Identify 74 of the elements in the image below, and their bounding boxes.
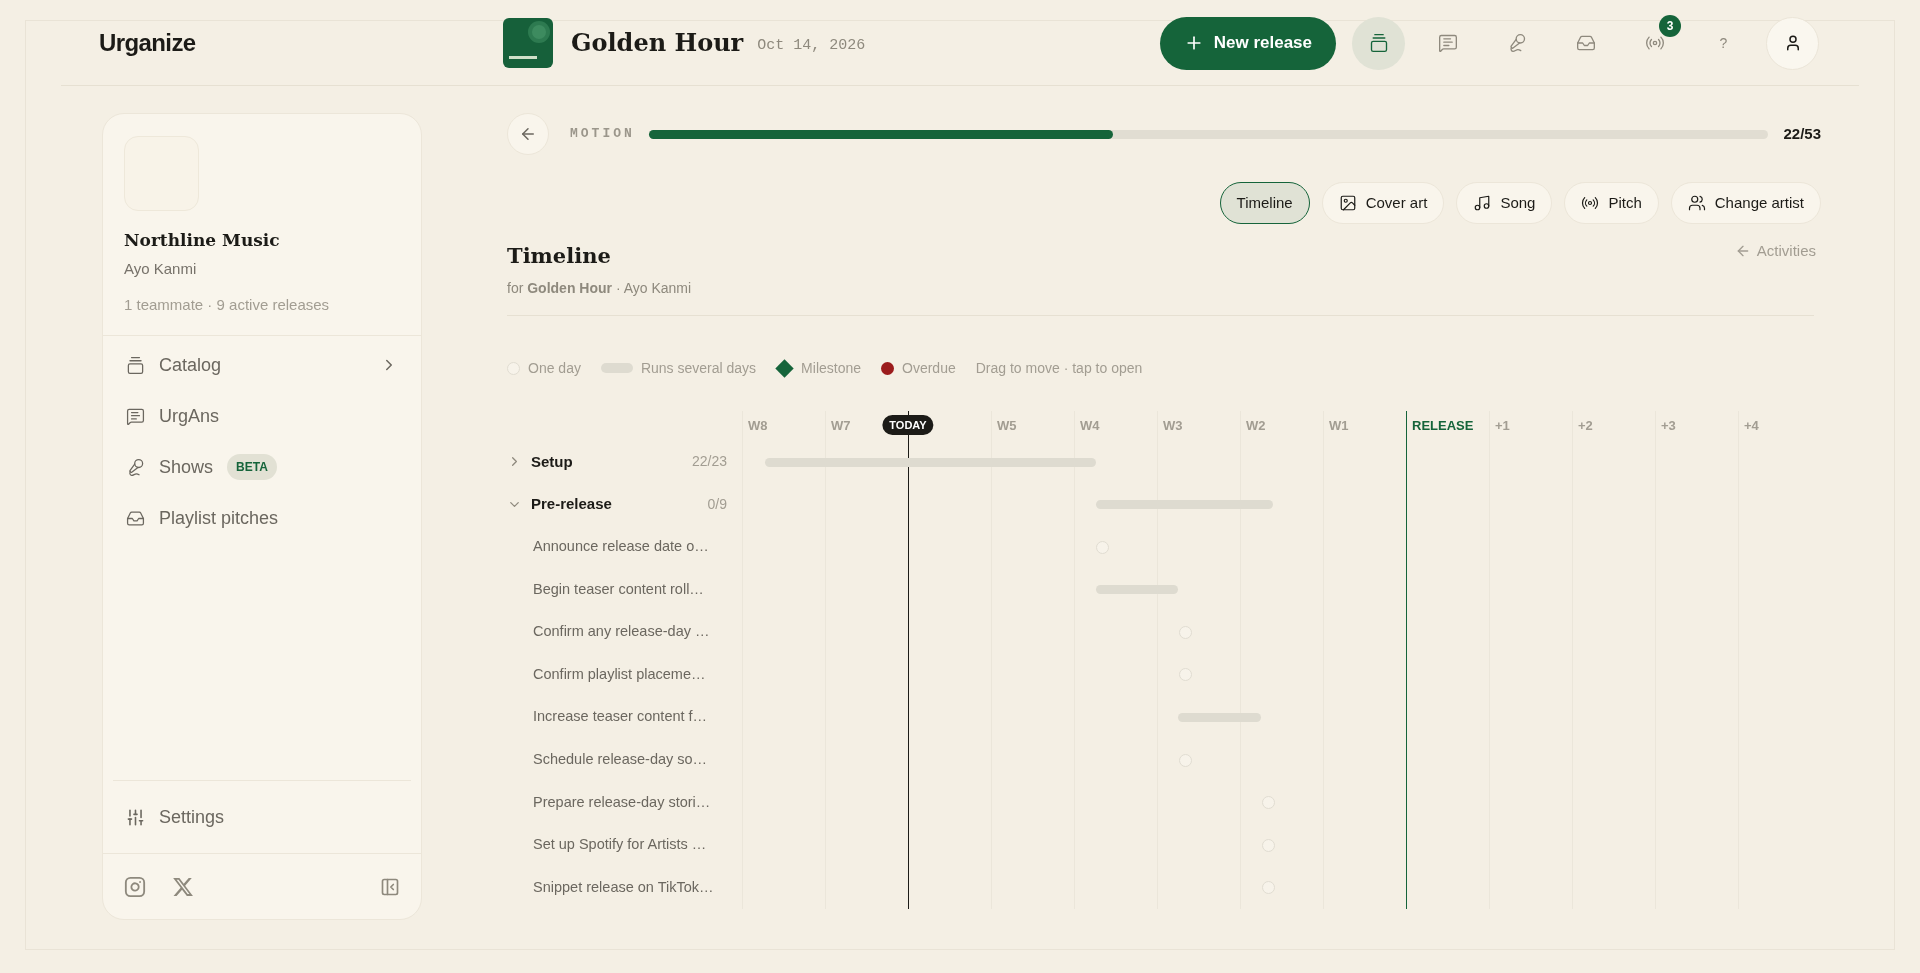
week-label: W3 [1163,417,1183,433]
week-label: +2 [1578,417,1593,433]
back-button[interactable] [507,113,549,155]
sliders-icon [126,807,145,827]
app-logo[interactable]: Urganize [99,29,196,56]
week-label: W5 [997,417,1017,433]
release-date: Oct 14, 2026 [757,35,866,56]
tab[interactable]: Pitch [1564,182,1659,224]
section-title: Timeline [507,242,612,270]
week-label: +3 [1661,417,1676,433]
legend-label: Milestone [801,358,862,378]
message-icon [126,406,145,426]
stack-icon [1368,33,1389,53]
sidebar-item[interactable]: Catalog [116,339,408,391]
week-label: W7 [831,417,851,433]
release-title: Golden Hour [571,27,744,59]
task-label[interactable]: Increase teaser content f… [507,706,708,729]
group-count: 0/9 [707,494,727,514]
task-label[interactable]: Begin teaser content roll… [507,578,704,601]
week-label: W1 [1329,417,1349,433]
broadcast-icon [1581,194,1600,212]
avatar-button[interactable] [1766,16,1819,70]
week-label: W4 [1080,417,1100,433]
legend-label: One day [528,358,581,378]
instagram-icon[interactable] [124,875,146,898]
group-count: 22/23 [691,452,727,472]
inbox-icon [1575,33,1596,53]
task-label[interactable]: Prepare release-day stori… [507,791,711,814]
week-label: W8 [748,417,768,433]
task-label[interactable]: Set up Spotify for Artists … [507,834,707,856]
group-row-label[interactable]: Setup 22/23 [507,450,727,474]
section-subtitle: for Golden Hour · Ayo Kanmi [507,278,692,298]
image-icon [1338,194,1357,212]
settings-item[interactable]: Settings [126,789,398,845]
tab[interactable]: Cover art [1321,182,1445,224]
x-logo-icon[interactable] [172,875,194,898]
collapse-sidebar-icon[interactable] [380,876,400,897]
org-meta: 1 teammate · 9 active releases [124,295,331,315]
sidebar-item[interactable]: Playlist pitches [116,492,408,544]
task-label[interactable]: Announce release date o… [507,536,709,558]
sidebar-item[interactable]: Shows BETA [116,441,408,493]
progress-label: MOTION [570,125,635,144]
help-button[interactable]: ? [1697,16,1750,70]
music-note-icon [1473,194,1492,212]
today-badge: TODAY [882,414,934,435]
tab[interactable]: Change artist [1670,182,1821,224]
week-label: +1 [1495,417,1510,433]
users-icon [1687,194,1706,212]
microphone-icon [126,457,145,477]
week-label: W2 [1246,417,1266,433]
group-row-label[interactable]: Pre-release 0/9 [507,493,727,516]
progress-count: 22/53 [1783,123,1821,144]
week-label: +4 [1744,417,1759,433]
beta-badge: BETA [227,454,277,480]
toolbar-button[interactable]: 3 [1628,16,1681,70]
toolbar-button[interactable] [1352,16,1405,70]
duration-bar[interactable] [765,457,1096,467]
tab[interactable]: Song [1456,182,1553,224]
org-name: Northline Music [124,229,281,252]
week-label: RELEASE [1412,417,1474,433]
task-label[interactable]: Confirm playlist placeme… [507,663,706,686]
message-icon [1437,33,1458,53]
legend-label: Overdue [902,358,956,378]
new-release-button[interactable]: New release [1159,16,1336,70]
legend-label: Runs several days [640,358,757,378]
notification-badge: 3 [1659,14,1681,37]
sidebar-item[interactable]: UrgAns [116,390,408,442]
task-label[interactable]: Confirm any release-day … [507,621,710,644]
stack-icon [126,355,145,375]
legend-label: Drag to move · tap to open [975,358,1143,378]
task-label[interactable]: Schedule release-day so… [507,749,708,771]
task-label[interactable]: Snippet release on TikTok… [507,876,714,899]
tab[interactable]: Timeline [1219,182,1310,224]
person-name: Ayo Kanmi [124,258,198,279]
